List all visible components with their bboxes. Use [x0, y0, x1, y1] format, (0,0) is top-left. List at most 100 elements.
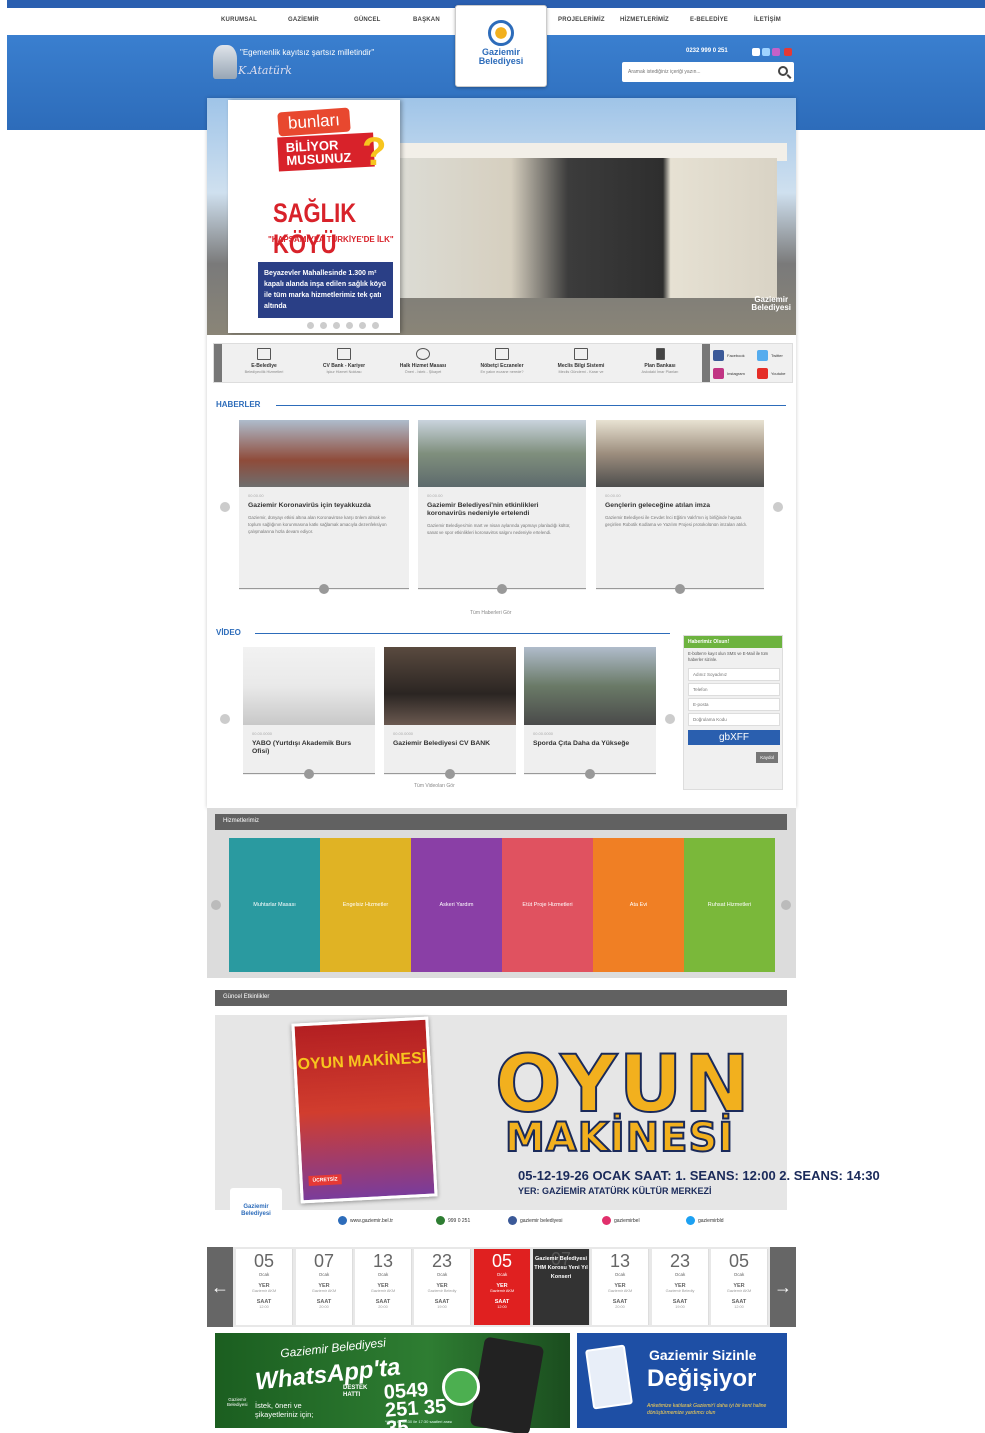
contact-phone[interactable]: 999 0 251 — [436, 1216, 470, 1225]
contact-web[interactable]: www.gaziemir.bel.tr — [338, 1216, 393, 1225]
quick-next-button[interactable] — [702, 344, 710, 382]
quick-plan-bankasi[interactable]: Plan Bankası Askıdaki İmar Planları — [628, 348, 692, 374]
slider-dot[interactable] — [333, 322, 340, 329]
news-divider — [276, 405, 786, 406]
newsletter-box: Haberimiz Olsun! E-bülten'e kayıt olun S… — [683, 635, 783, 790]
calendar-item[interactable]: 23 Ocak YER Gaziemir Belediy SAAT 19:00 — [414, 1249, 471, 1325]
calendar-item[interactable]: 05 Ocak YER Gaziemir AKM SAAT 12:00 — [711, 1249, 768, 1325]
contact-facebook[interactable]: gaziemir belediyesi — [508, 1216, 563, 1225]
quick-cvbank[interactable]: CV Bank - Kariyer İşkur Hizmet Noktası — [312, 348, 376, 374]
plus-icon[interactable] — [497, 584, 507, 594]
quick-nobetci[interactable]: Nöbetçi Eczaneler En yakın eczane nerede? — [470, 348, 534, 374]
slider-dot[interactable] — [372, 322, 379, 329]
cal-saat: 12:00 — [259, 1305, 269, 1309]
service-engelsiz[interactable]: Engelsiz Hizmetler — [320, 838, 411, 972]
youtube-link[interactable]: Youtube — [757, 368, 786, 379]
service-etut-proje[interactable]: Etüt Proje Hizmetleri — [502, 838, 593, 972]
name-field[interactable] — [688, 668, 780, 681]
logo-emblem-icon — [488, 20, 514, 46]
plus-icon[interactable] — [319, 584, 329, 594]
nav-ebelediye[interactable]: E-BELEDİYE — [690, 17, 728, 23]
calendar-item[interactable]: 13 Ocak YER Gaziemir AKM SAAT 20:00 — [355, 1249, 412, 1325]
captcha-field[interactable] — [688, 713, 780, 726]
quick-services-bar: E-Belediye Belediyecilik Hizmetleri CV Ba… — [213, 343, 793, 383]
subscribe-button[interactable]: Kaydol — [756, 752, 778, 763]
all-news-link[interactable]: Tüm Haberleri Gör — [470, 610, 511, 616]
all-videos-link[interactable]: Tüm Videoları Gör — [414, 783, 455, 789]
quick-label: Meclis Bilgi Sistemi — [557, 363, 605, 369]
calendar-item-hover[interactable]: 07 Gaziemir Belediyesi THM Korosu Yeni Yı… — [533, 1249, 590, 1325]
nav-hizmetlerimiz[interactable]: HİZMETLERİMİZ — [620, 17, 669, 23]
calendar-item-active[interactable]: 05 Ocak YER Gaziemir AKM SAAT 12:00 — [474, 1249, 531, 1325]
cal-day: 23 — [669, 1251, 691, 1271]
hero-slider[interactable]: bunları BİLİYOR MUSUNUZ ? SAĞLIK KÖYÜ "K… — [207, 98, 796, 335]
calendar-item[interactable]: 05 Ocak YER Gaziemir AKM SAAT 12:00 — [236, 1249, 293, 1325]
quick-label: CV Bank - Kariyer — [322, 363, 366, 369]
site-logo[interactable]: Gaziemir Belediyesi — [455, 5, 547, 87]
news-card[interactable]: 00.00.00 Gençlerin geleceğine atılan imz… — [596, 420, 764, 594]
eye-icon — [416, 348, 430, 360]
quick-prev-button[interactable] — [214, 344, 222, 382]
contact-instagram[interactable]: gaziemirbel — [602, 1216, 640, 1225]
plus-icon[interactable] — [675, 584, 685, 594]
news-next-arrow[interactable] — [773, 502, 783, 512]
quick-meclis[interactable]: Meclis Bilgi Sistemi Meclis Gündemi - Kar… — [549, 348, 613, 374]
facebook-link[interactable]: Facebook — [713, 350, 745, 361]
news-date: 00.00.00 — [248, 493, 264, 498]
service-muhtarlar[interactable]: Muhtarlar Masası — [229, 838, 320, 972]
quick-ebelediye[interactable]: E-Belediye Belediyecilik Hizmetleri — [232, 348, 296, 374]
twitter-link[interactable]: Twitter — [757, 350, 783, 361]
nav-iletisim[interactable]: İLETİŞİM — [754, 17, 781, 23]
event-dates: 05-12-19-26 OCAK SAAT: 1. SEANS: 12:00 2… — [518, 1168, 880, 1183]
instagram-icon[interactable] — [772, 48, 780, 56]
cal-day: 05 — [253, 1251, 275, 1271]
news-card[interactable]: 00.00.00 Gaziemir Koronavirüs için teyak… — [239, 420, 409, 594]
instagram-link[interactable]: Instagram — [713, 368, 745, 379]
nav-projelerimiz[interactable]: PROJELERİMİZ — [558, 17, 605, 23]
video-card[interactable]: 00.00.0000 Gaziemir Belediyesi CV BANK — [384, 647, 516, 779]
video-next-arrow[interactable] — [665, 714, 675, 724]
plus-icon[interactable] — [585, 769, 595, 779]
slider-dot[interactable] — [307, 322, 314, 329]
nav-baskan[interactable]: BAŞKAN — [413, 17, 440, 23]
plus-icon[interactable] — [445, 769, 455, 779]
twitter-icon[interactable] — [762, 48, 770, 56]
email-field[interactable] — [688, 698, 780, 711]
nav-guncel[interactable]: GÜNCEL — [354, 17, 381, 23]
phone-icon[interactable] — [752, 48, 760, 56]
calendar-item[interactable]: 07 Ocak YER Gaziemir AKM SAAT 20:00 — [296, 1249, 353, 1325]
news-card[interactable]: 00.00.00 Gaziemir Belediyesi'nin etkinli… — [418, 420, 586, 594]
search-input[interactable] — [622, 62, 770, 82]
video-card[interactable]: 00.00.0000 Sporda Çıta Daha da Yükseğe — [524, 647, 656, 779]
calendar-item[interactable]: 23 Ocak YER Gaziemir Belediy SAAT 19:00 — [652, 1249, 709, 1325]
service-askeri[interactable]: Askeri Yardım — [411, 838, 502, 972]
whatsapp-banner[interactable]: Gaziemir Belediyesi WhatsApp'ta İstek, ö… — [215, 1333, 570, 1433]
services-prev-arrow[interactable] — [211, 900, 221, 910]
quick-halk-hizmet[interactable]: Halk Hizmet Masası Öneri - İstek - Şikaye… — [391, 348, 455, 374]
event-place: YER: GAZİEMİR ATATÜRK KÜLTÜR MERKEZİ — [518, 1186, 712, 1196]
slider-dot[interactable] — [346, 322, 353, 329]
plus-icon[interactable] — [304, 769, 314, 779]
news-title: Gaziemir Belediyesi'nin etkinlikleri kor… — [427, 502, 539, 517]
services-next-arrow[interactable] — [781, 900, 791, 910]
youtube-label: Youtube — [771, 371, 786, 376]
degisiyor-banner[interactable]: Gaziemir Sizinle Değişiyor Anketimize ka… — [577, 1333, 787, 1428]
pharmacy-icon — [495, 348, 509, 360]
calendar-next-button[interactable]: → — [770, 1247, 796, 1327]
video-card[interactable]: 00.00.0000 YABO (Yurtdışı Akademik Burs … — [243, 647, 375, 779]
slider-dot[interactable] — [359, 322, 366, 329]
nav-gaziemir[interactable]: GAZİEMİR — [288, 17, 319, 23]
slider-dot[interactable] — [320, 322, 327, 329]
search-icon[interactable] — [778, 66, 788, 76]
youtube-icon[interactable] — [784, 48, 792, 56]
contact-twitter[interactable]: gaziemirbld — [686, 1216, 724, 1225]
calendar-item[interactable]: 13 Ocak YER Gaziemir AKM SAAT 20:00 — [592, 1249, 649, 1325]
video-prev-arrow[interactable] — [220, 714, 230, 724]
news-prev-arrow[interactable] — [220, 502, 230, 512]
service-ata-evi[interactable]: Ata Evi — [593, 838, 684, 972]
service-ruhsat[interactable]: Ruhsat Hizmetleri — [684, 838, 775, 972]
phone-field[interactable] — [688, 683, 780, 696]
nav-kurumsal[interactable]: KURUMSAL — [221, 17, 257, 23]
news-image — [239, 420, 409, 487]
calendar-prev-button[interactable]: ← — [207, 1247, 233, 1327]
